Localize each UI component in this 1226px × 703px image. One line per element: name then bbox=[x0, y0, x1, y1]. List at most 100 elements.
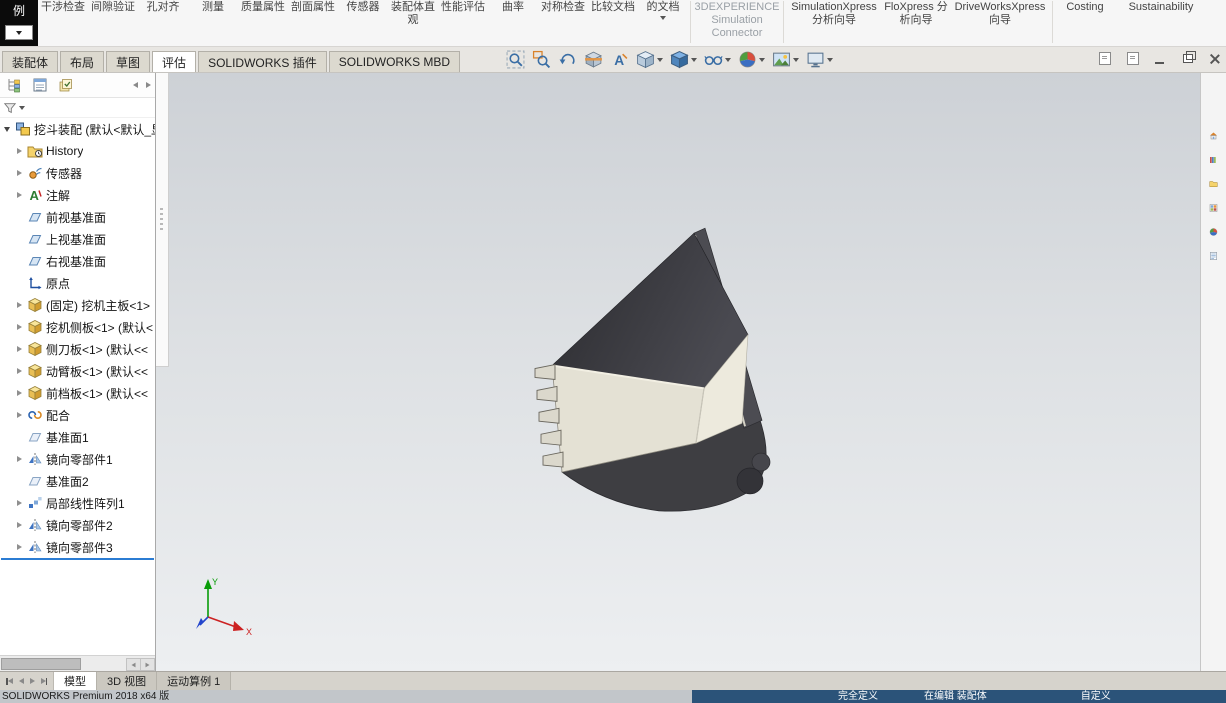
hide-show-items-button[interactable] bbox=[703, 49, 732, 70]
first-tab-button[interactable] bbox=[6, 677, 13, 685]
view-orientation-button[interactable] bbox=[635, 49, 664, 70]
tree-item-mirror-component3[interactable]: 镜向零部件3 bbox=[0, 536, 155, 558]
tree-item-sensors[interactable]: 传感器 bbox=[0, 162, 155, 184]
tree-item-origin[interactable]: 原点 bbox=[0, 272, 155, 294]
file-explorer-button[interactable] bbox=[1203, 173, 1224, 194]
propertymanager-tab[interactable] bbox=[30, 75, 50, 95]
tab-solidworks-addins[interactable]: SOLIDWORKS 插件 bbox=[198, 51, 327, 72]
expand-arrow[interactable] bbox=[14, 544, 24, 550]
tree-item-main-board[interactable]: (固定) 挖机主板<1> bbox=[0, 294, 155, 316]
tree-item-boom-board[interactable]: 动臂板<1> (默认<< bbox=[0, 360, 155, 382]
corner-dropdown[interactable] bbox=[5, 25, 33, 40]
expand-arrow[interactable] bbox=[14, 192, 24, 198]
floxpress-wizard-button[interactable]: FloXpress 分析向导 bbox=[883, 0, 949, 28]
3dexperience-connector-button[interactable]: 3DEXPERIENCE Simulation Connector bbox=[694, 0, 780, 41]
tree-item-local-linear-pattern1[interactable]: 局部线性阵列1 bbox=[0, 492, 155, 514]
curvature-button[interactable]: 曲率 bbox=[489, 0, 537, 15]
expand-arrow[interactable] bbox=[14, 170, 24, 176]
section-properties-button[interactable]: 剖面属性 bbox=[289, 0, 337, 15]
expand-arrow[interactable] bbox=[14, 456, 24, 462]
view-settings-button[interactable] bbox=[805, 49, 834, 70]
solidworks-resources-button[interactable] bbox=[1203, 125, 1224, 146]
performance-evaluation-button[interactable]: 性能评估 bbox=[439, 0, 487, 15]
previous-view-button[interactable] bbox=[557, 49, 578, 70]
edit-appearance-button[interactable] bbox=[737, 49, 766, 70]
design-library-button[interactable] bbox=[1203, 149, 1224, 170]
tree-item-history[interactable]: History bbox=[0, 140, 155, 162]
expand-arrow[interactable] bbox=[14, 368, 24, 374]
view-palette-button[interactable] bbox=[1203, 197, 1224, 218]
doc-window-icon[interactable] bbox=[1127, 52, 1139, 65]
zoom-to-area-button[interactable] bbox=[531, 49, 552, 70]
tree-item-mates[interactable]: 配合 bbox=[0, 404, 155, 426]
tab-solidworks-mbd[interactable]: SOLIDWORKS MBD bbox=[328, 51, 461, 72]
last-tab-button[interactable] bbox=[40, 677, 47, 685]
previous-tab-button[interactable] bbox=[18, 678, 24, 684]
expand-arrow[interactable] bbox=[14, 346, 24, 352]
tree-item-plane1[interactable]: 基准面1 bbox=[0, 426, 155, 448]
tree-item-plane2[interactable]: 基准面2 bbox=[0, 470, 155, 492]
expand-arrow[interactable] bbox=[14, 500, 24, 506]
tree-item-top-plane[interactable]: 上视基准面 bbox=[0, 228, 155, 250]
compare-docs-dropdown-button[interactable]: 的文档 bbox=[639, 0, 687, 21]
expand-arrow[interactable] bbox=[14, 522, 24, 528]
minimize-icon[interactable] bbox=[1155, 61, 1164, 64]
display-style-button[interactable] bbox=[669, 49, 698, 70]
expand-arrow[interactable] bbox=[14, 148, 24, 154]
symmetry-check-button[interactable]: 对称检查 bbox=[539, 0, 587, 15]
next-tab-button[interactable] bbox=[29, 678, 35, 684]
featuremanager-tree-tab[interactable] bbox=[4, 75, 24, 95]
compare-documents-button[interactable]: 比较文档 bbox=[589, 0, 637, 15]
tab-assembly[interactable]: 装配体 bbox=[2, 51, 59, 72]
expand-arrow[interactable] bbox=[14, 390, 24, 396]
apply-scene-button[interactable] bbox=[771, 49, 800, 70]
graphics-viewport[interactable]: Y X bbox=[156, 73, 1200, 671]
bucket-model[interactable] bbox=[534, 227, 771, 512]
configurationmanager-tab[interactable] bbox=[56, 75, 76, 95]
zoom-to-fit-button[interactable] bbox=[505, 49, 526, 70]
costing-button[interactable]: Costing bbox=[1056, 0, 1114, 15]
clearance-verification-button[interactable]: 间隙验证 bbox=[89, 0, 137, 15]
tree-item-mirror-component1[interactable]: 镜向零部件1 bbox=[0, 448, 155, 470]
tree-item-side-board[interactable]: 挖机侧板<1> (默认< bbox=[0, 316, 155, 338]
chevron-down-icon[interactable] bbox=[19, 105, 25, 110]
expand-arrow[interactable] bbox=[14, 324, 24, 330]
tab-layout[interactable]: 布局 bbox=[60, 51, 105, 72]
scroll-left-icon[interactable] bbox=[133, 82, 138, 88]
scroll-right-button[interactable] bbox=[140, 658, 155, 671]
expand-arrow[interactable] bbox=[2, 126, 12, 132]
tree-item-right-plane[interactable]: 右视基准面 bbox=[0, 250, 155, 272]
expand-arrow[interactable] bbox=[14, 302, 24, 308]
doc-tab-motion-study1[interactable]: 运动算例 1 bbox=[157, 672, 232, 690]
tree-horizontal-scrollbar[interactable] bbox=[0, 655, 155, 671]
status-customize[interactable]: 自定义 bbox=[1081, 690, 1111, 703]
featuremanager-flyout-splitter[interactable] bbox=[156, 73, 169, 367]
scroll-right-icon[interactable] bbox=[146, 82, 151, 88]
simulationxpress-wizard-button[interactable]: SimulationXpress 分析向导 bbox=[787, 0, 881, 28]
measure-button[interactable]: 测量 bbox=[189, 0, 237, 15]
tree-item-front-plane[interactable]: 前视基准面 bbox=[0, 206, 155, 228]
scrollbar-thumb[interactable] bbox=[1, 658, 81, 670]
filter-funnel-icon[interactable] bbox=[3, 101, 17, 115]
sustainability-button[interactable]: Sustainability bbox=[1116, 0, 1206, 15]
section-view-button[interactable] bbox=[583, 49, 604, 70]
dynamic-annotation-views-button[interactable] bbox=[609, 49, 630, 70]
tree-item-assembly-root[interactable]: 挖斗装配 (默认<默认_显 bbox=[0, 118, 155, 140]
tab-sketch[interactable]: 草图 bbox=[106, 51, 151, 72]
appearances-scenes-button[interactable] bbox=[1203, 221, 1224, 242]
doc-window-icon[interactable] bbox=[1099, 52, 1111, 65]
model-canvas[interactable] bbox=[156, 73, 1200, 671]
interference-check-button[interactable]: 干涉检查 bbox=[39, 0, 87, 15]
sensor-button[interactable]: 传感器 bbox=[339, 0, 387, 15]
expand-arrow[interactable] bbox=[14, 412, 24, 418]
tab-evaluate[interactable]: 评估 bbox=[152, 51, 197, 72]
assembly-visualization-button[interactable]: 装配体直观 bbox=[389, 0, 437, 28]
tree-item-side-knife-board[interactable]: 侧刀板<1> (默认<< bbox=[0, 338, 155, 360]
tree-item-front-guard-board[interactable]: 前档板<1> (默认<< bbox=[0, 382, 155, 404]
mass-properties-button[interactable]: 质量属性 bbox=[239, 0, 287, 15]
doc-tab-model[interactable]: 模型 bbox=[54, 672, 97, 690]
scroll-left-button[interactable] bbox=[126, 658, 141, 671]
tree-item-annotations[interactable]: 注解 bbox=[0, 184, 155, 206]
driveworksxpress-wizard-button[interactable]: DriveWorksXpress 向导 bbox=[951, 0, 1049, 28]
custom-properties-button[interactable] bbox=[1203, 245, 1224, 266]
